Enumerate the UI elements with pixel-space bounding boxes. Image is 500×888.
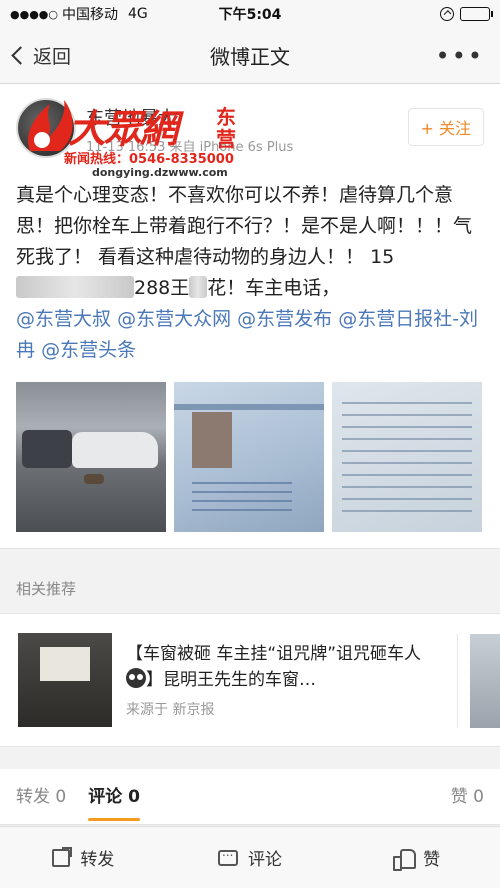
- carrier-name: 中国移动: [62, 7, 118, 23]
- interaction-tabs: 转发 0 评论 0 赞 0: [0, 769, 500, 825]
- back-label: 返回: [33, 46, 72, 68]
- network-type: 4G: [128, 6, 148, 22]
- tab-comment[interactable]: 评论 0: [88, 769, 140, 825]
- related-body: 【车窗被砸 车主挂“诅咒牌”诅咒砸车人】昆明王先生的车窗… 来源于 新京报: [126, 641, 426, 719]
- blurred-photo: [192, 412, 232, 468]
- screen-text-lines: [342, 402, 472, 512]
- comment-icon: [218, 845, 238, 866]
- post-text: 真是个心理变态！不喜欢你可以不养！虐待算几个意思！把你栓车上带着跑行不行？！是不…: [16, 180, 484, 366]
- mention-link[interactable]: @东营发布: [237, 308, 332, 330]
- status-right: [440, 7, 493, 21]
- repost-button[interactable]: 转发: [0, 827, 167, 888]
- related-title-part1: 【车窗被砸 车主挂“诅咒牌”诅咒砸车人: [126, 644, 422, 664]
- post-meta: 11-13 16:53 来自 iPhone 6s Plus: [86, 140, 294, 155]
- like-button[interactable]: 赞: [333, 827, 500, 888]
- post-text-part1: 真是个心理变态！不喜欢你可以不养！虐待算几个意思！把你栓车上带着跑行不行？！是不…: [16, 184, 473, 268]
- tab-like[interactable]: 赞 0: [451, 769, 484, 825]
- rotation-lock-icon: [440, 7, 454, 21]
- car-shape: [22, 430, 72, 468]
- comment-button[interactable]: 评论: [167, 827, 334, 888]
- mention-link[interactable]: @东营头条: [41, 339, 136, 361]
- post-text-part3: 花！车主电话，: [207, 277, 341, 299]
- redacted-name: [189, 276, 208, 298]
- like-label: 赞: [423, 850, 441, 870]
- avatar[interactable]: [16, 98, 76, 158]
- page-title: 微博正文: [210, 45, 290, 69]
- related-title-part2: 】昆明王先生的车窗…: [146, 670, 316, 690]
- post-image-screenshot-records[interactable]: [332, 382, 482, 532]
- screen-text-lines: [192, 482, 292, 512]
- post-image-screenshot-id[interactable]: [174, 382, 324, 532]
- battery-icon: [460, 7, 493, 21]
- related-thumbnail: [18, 633, 112, 727]
- car-shape: [72, 432, 158, 468]
- emoji-icon: [126, 668, 146, 688]
- back-button[interactable]: 返回: [0, 42, 71, 69]
- status-bar: ●●●●○ 中国移动 4G 下午5:04: [0, 0, 500, 28]
- comment-label: 评论: [248, 850, 282, 870]
- more-options-button[interactable]: •••: [436, 42, 500, 70]
- sign-paper-shape: [40, 647, 90, 681]
- weibo-post: 东营地暴大 11-13 16:53 来自 iPhone 6s Plus + 关注…: [0, 84, 500, 549]
- post-image-street[interactable]: [16, 382, 166, 532]
- mention-link[interactable]: @东营大众网: [117, 308, 231, 330]
- repost-icon: [52, 846, 73, 867]
- redacted-phone: [16, 276, 134, 298]
- related-section-label: 相关推荐: [0, 565, 500, 613]
- post-text-part2: 288王: [134, 277, 190, 299]
- dog-shape: [84, 474, 104, 484]
- nav-bar: 返回 微博正文 •••: [0, 28, 500, 84]
- thumbs-up-icon: [393, 848, 417, 871]
- tab-repost[interactable]: 转发 0: [16, 769, 66, 825]
- repost-label: 转发: [80, 850, 115, 870]
- related-card[interactable]: 【车窗被砸 车主挂“诅咒牌”诅咒砸车人】昆明王先生的车窗… 来源于 新京报: [0, 613, 500, 747]
- bottom-action-bar: 转发 评论 赞: [0, 826, 500, 888]
- chevron-left-icon: [11, 46, 30, 65]
- next-related-thumbnail[interactable]: [470, 634, 500, 728]
- follow-button[interactable]: + 关注: [407, 108, 484, 146]
- signal-strength-icon: ●●●●○: [10, 7, 58, 21]
- mention-link[interactable]: @东营大叔: [16, 308, 111, 330]
- author-name[interactable]: 东营地暴大: [86, 104, 293, 130]
- screen-bar: [174, 404, 324, 410]
- related-source: 来源于 新京报: [126, 702, 215, 718]
- related-title: 【车窗被砸 车主挂“诅咒牌”诅咒砸车人】昆明王先生的车窗…: [126, 641, 426, 693]
- author-info: 东营地暴大 11-13 16:53 来自 iPhone 6s Plus: [86, 104, 293, 155]
- post-header: 东营地暴大 11-13 16:53 来自 iPhone 6s Plus + 关注: [16, 98, 484, 168]
- post-images: [16, 382, 484, 532]
- divider: [457, 634, 458, 728]
